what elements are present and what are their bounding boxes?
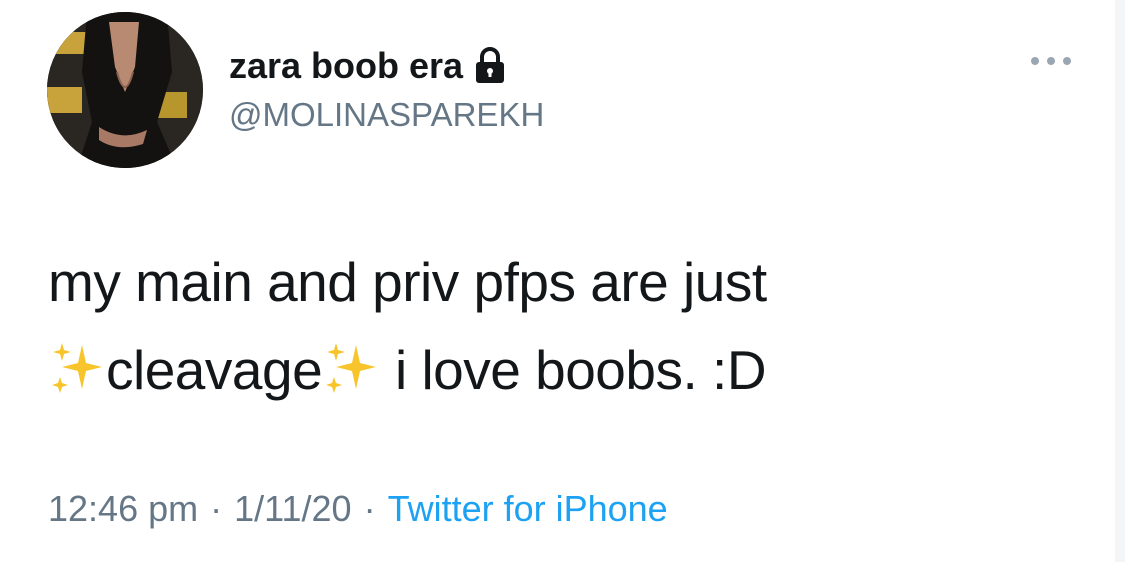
- avatar-photo-icon: [47, 12, 203, 168]
- meta-separator: ·: [363, 488, 376, 529]
- tweet-meta: 12:46 pm · 1/11/20 · Twitter for iPhone: [48, 488, 668, 530]
- tweet-text: my main and priv pfps are just cleavage …: [48, 238, 1048, 414]
- lock-icon: [473, 47, 507, 85]
- right-edge-divider: [1115, 0, 1125, 562]
- user-header[interactable]: zara boob era: [229, 36, 507, 96]
- tweet-word-cleavage: cleavage: [106, 339, 323, 401]
- tweet-date[interactable]: 1/11/20: [234, 488, 351, 529]
- user-handle[interactable]: @MOLINASPAREKH: [229, 96, 544, 134]
- tweet-card: zara boob era @MOLINASPAREKH my main and…: [0, 0, 1115, 562]
- tweet-line-2-rest: i love boobs. :D: [380, 339, 767, 401]
- avatar[interactable]: [47, 12, 203, 168]
- sparkles-icon: [322, 334, 380, 393]
- meta-separator: ·: [210, 488, 223, 529]
- tweet-time[interactable]: 12:46 pm: [48, 488, 198, 529]
- display-name[interactable]: zara boob era: [229, 45, 463, 87]
- tweet-source-link[interactable]: Twitter for iPhone: [388, 488, 668, 529]
- tweet-line-1: my main and priv pfps are just: [48, 251, 767, 313]
- tweet-line-2: cleavage i love boobs. :D: [48, 326, 1048, 414]
- more-options-icon[interactable]: [1028, 50, 1074, 72]
- sparkles-icon: [48, 334, 106, 393]
